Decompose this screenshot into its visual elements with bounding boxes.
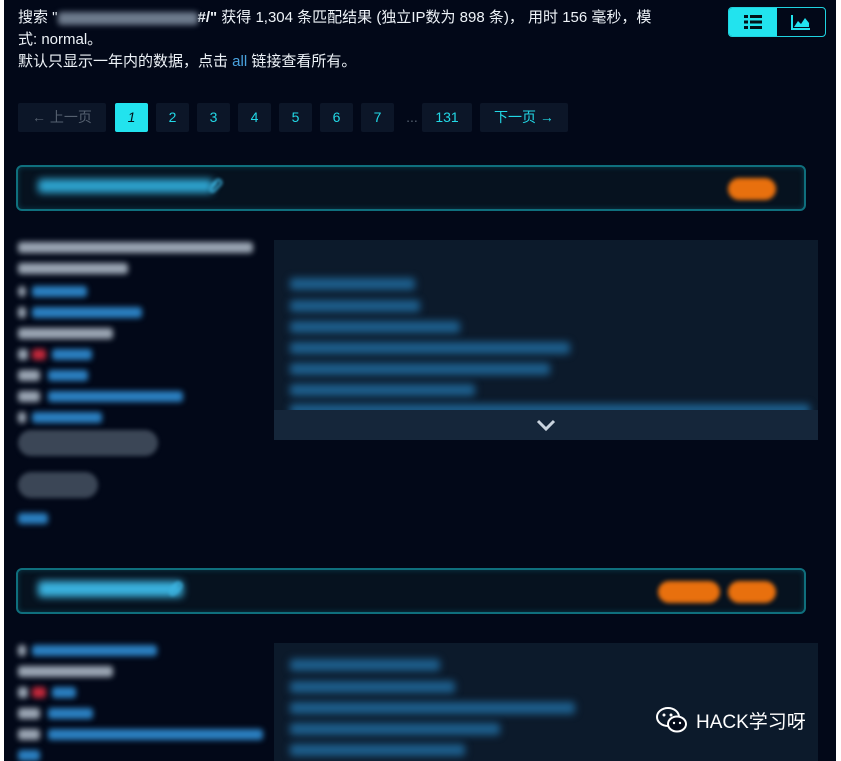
paperclip-icon [169, 581, 183, 596]
search-results-panel: 搜索 " #/" 获得 1,304 条匹配结果 (独立IP数为 898 条)， 用… [4, 0, 836, 761]
search-summary: 搜索 " #/" 获得 1,304 条匹配结果 (独立IP数为 898 条)， 用… [18, 7, 658, 73]
view-toggle [728, 7, 826, 37]
page-5[interactable]: 5 [279, 103, 312, 132]
all-link[interactable]: all [232, 53, 247, 70]
os-tag[interactable] [18, 472, 98, 498]
page-last[interactable]: 131 [422, 103, 472, 132]
more-link[interactable] [18, 513, 48, 524]
result-meta [18, 643, 263, 761]
summary-query-end: #/" [197, 9, 218, 26]
prev-page-button[interactable]: ← 上一页 [18, 103, 106, 132]
page-7[interactable]: 7 [361, 103, 394, 132]
result-header[interactable] [16, 568, 806, 614]
page-3[interactable]: 3 [197, 103, 230, 132]
result-ip[interactable] [38, 581, 183, 597]
result-url[interactable] [38, 179, 213, 193]
chart-view-button[interactable] [777, 8, 825, 36]
list-view-button[interactable] [729, 8, 777, 36]
chart-view-icon [791, 15, 810, 30]
page-6[interactable]: 6 [320, 103, 353, 132]
watermark: HACK学习呀 [656, 706, 806, 734]
query-redacted [57, 11, 198, 25]
http-response-box [274, 643, 818, 761]
page-1[interactable]: 1 [115, 103, 148, 132]
page-2[interactable]: 2 [156, 103, 189, 132]
page-ellipsis: ... [406, 109, 418, 125]
paperclip-icon [209, 178, 223, 193]
page-4[interactable]: 4 [238, 103, 271, 132]
summary-line2-prefix: 默认只显示一年内的数据，点击 [18, 53, 233, 70]
result-header[interactable] [16, 165, 806, 211]
result-meta [18, 240, 263, 530]
list-view-icon [744, 15, 762, 29]
summary-line2-suffix: 链接查看所有。 [247, 53, 357, 70]
wechat-icon [656, 707, 687, 733]
server-tag[interactable] [18, 430, 158, 456]
port-tag[interactable] [658, 581, 720, 603]
port-tag[interactable] [728, 178, 776, 200]
next-page-button[interactable]: 下一页 → [480, 103, 568, 132]
expand-response-button[interactable] [274, 410, 818, 440]
watermark-text: HACK学习呀 [696, 711, 806, 733]
http-response-box [274, 240, 818, 410]
chevron-down-icon [536, 419, 556, 432]
summary-prefix: 搜索 " [18, 9, 58, 26]
protocol-tag[interactable] [728, 581, 776, 603]
